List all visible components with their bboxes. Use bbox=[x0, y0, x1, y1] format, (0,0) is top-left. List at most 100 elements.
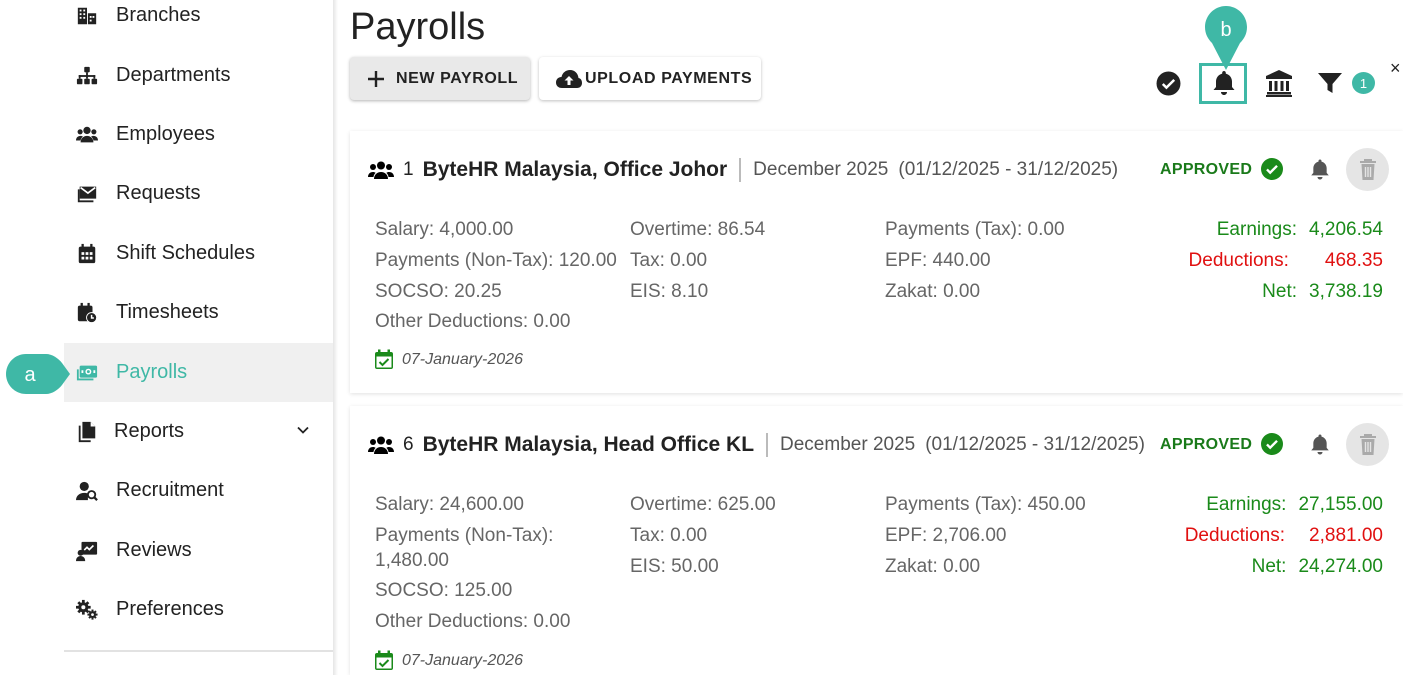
sidebar-item-preferences[interactable]: Preferences bbox=[64, 580, 333, 639]
reviews-icon bbox=[75, 539, 99, 563]
sidebar: Branches Departments Employees Requests … bbox=[64, 0, 333, 675]
sidebar-item-payrolls[interactable]: Payrolls bbox=[64, 343, 333, 402]
calendar-icon bbox=[75, 242, 99, 266]
sidebar-item-employees[interactable]: Employees bbox=[64, 105, 333, 164]
net-label: Net: bbox=[1262, 281, 1298, 302]
upload-payments-label: UPLOAD PAYMENTS bbox=[585, 69, 753, 87]
epf-field: EPF: 2,706.00 bbox=[885, 525, 1007, 546]
net-summary: Net: 3,738.19 bbox=[1262, 281, 1383, 303]
epf-field: EPF: 440.00 bbox=[885, 250, 991, 271]
payroll-date-range: (01/12/2025 - 31/12/2025) bbox=[925, 434, 1145, 455]
overtime-field: Overtime: 86.54 bbox=[630, 219, 766, 240]
earnings-summary: Earnings: 27,155.00 bbox=[1206, 494, 1383, 516]
delete-button[interactable] bbox=[1346, 423, 1389, 466]
sidebar-item-label: Shift Schedules bbox=[116, 242, 255, 264]
sidebar-item-recruitment[interactable]: Recruitment bbox=[64, 461, 333, 520]
earnings-label: Earnings: bbox=[1206, 494, 1287, 515]
net-summary: Net: 24,274.00 bbox=[1252, 556, 1383, 578]
sidebar-item-label: Payrolls bbox=[116, 361, 188, 383]
payroll-card[interactable]: 1 ByteHR Malaysia, Office Johor December… bbox=[350, 131, 1403, 393]
header-separator bbox=[739, 158, 742, 182]
payroll-number: 1 bbox=[403, 159, 414, 180]
payments-non-tax-field: Payments (Non-Tax): bbox=[375, 525, 554, 546]
overtime-field: Overtime: 625.00 bbox=[630, 494, 776, 515]
callout-marker-b: b bbox=[1205, 6, 1247, 70]
bell-icon[interactable] bbox=[1310, 158, 1330, 181]
other-deductions-field: Other Deductions: 0.00 bbox=[375, 611, 571, 632]
filter-button[interactable] bbox=[1316, 70, 1344, 96]
sidebar-item-reports[interactable]: Reports bbox=[64, 402, 333, 461]
reports-icon bbox=[75, 420, 99, 444]
deductions-value: 468.35 bbox=[1324, 250, 1383, 271]
payments-non-tax-value: 1,480.00 bbox=[375, 550, 449, 571]
employees-icon bbox=[75, 123, 99, 147]
sidebar-item-requests[interactable]: Requests bbox=[64, 164, 333, 223]
bank-button[interactable] bbox=[1263, 68, 1295, 98]
tax-field: Tax: 0.00 bbox=[630, 250, 708, 271]
sidebar-item-label: Reports bbox=[114, 420, 185, 442]
sidebar-item-branches[interactable]: Branches bbox=[64, 0, 333, 45]
employees-icon bbox=[368, 436, 394, 454]
approved-check-icon bbox=[1261, 158, 1283, 180]
payroll-card-header: 6 ByteHR Malaysia, Head Office KL Decemb… bbox=[368, 430, 1145, 460]
status-badge: APPROVED bbox=[1160, 436, 1253, 453]
deductions-summary: Deductions: 468.35 bbox=[1189, 250, 1383, 272]
deductions-summary: Deductions: 2,881.00 bbox=[1185, 525, 1383, 547]
employees-icon bbox=[368, 161, 394, 179]
deductions-label: Deductions: bbox=[1184, 525, 1286, 546]
payroll-card[interactable]: 6 ByteHR Malaysia, Head Office KL Decemb… bbox=[350, 406, 1403, 675]
sidebar-item-shift-schedules[interactable]: Shift Schedules bbox=[64, 224, 333, 283]
close-icon[interactable]: × bbox=[1390, 58, 1401, 79]
zakat-field: Zakat: 0.00 bbox=[885, 556, 981, 577]
filter-count-badge: 1 bbox=[1352, 72, 1375, 94]
payroll-icon bbox=[75, 361, 99, 385]
sidebar-item-label: Timesheets bbox=[116, 301, 219, 323]
sidebar-item-timesheets[interactable]: Timesheets bbox=[64, 283, 333, 342]
sidebar-shadow bbox=[333, 0, 338, 675]
deductions-label: Deductions: bbox=[1188, 250, 1289, 271]
deductions-value: 2,881.00 bbox=[1309, 525, 1383, 546]
sidebar-item-label: Reviews bbox=[116, 539, 192, 561]
bell-icon[interactable] bbox=[1310, 433, 1330, 456]
net-value: 3,738.19 bbox=[1309, 281, 1383, 302]
payroll-company[interactable]: ByteHR Malaysia, Head Office KL bbox=[423, 433, 754, 457]
created-date-text: 07-January-2026 bbox=[402, 350, 523, 368]
trash-icon bbox=[1359, 433, 1376, 455]
timesheet-icon bbox=[75, 301, 99, 325]
new-payroll-label: NEW PAYROLL bbox=[396, 69, 519, 87]
header-separator bbox=[766, 433, 769, 457]
chevron-down-icon[interactable] bbox=[295, 422, 311, 438]
other-deductions-field: Other Deductions: 0.00 bbox=[375, 311, 571, 332]
sidebar-item-label: Branches bbox=[116, 4, 201, 26]
delete-button[interactable] bbox=[1346, 148, 1389, 191]
earnings-value: 27,155.00 bbox=[1298, 494, 1383, 515]
earnings-summary: Earnings: 4,206.54 bbox=[1217, 219, 1383, 241]
bell-icon bbox=[1213, 71, 1235, 95]
payroll-number: 6 bbox=[403, 434, 414, 455]
filter-icon bbox=[1318, 73, 1342, 93]
bank-icon bbox=[1266, 70, 1292, 97]
eis-field: EIS: 50.00 bbox=[630, 556, 719, 577]
notifications-button[interactable] bbox=[1210, 69, 1238, 97]
sidebar-item-reviews[interactable]: Reviews bbox=[64, 521, 333, 580]
callout-marker-a: a bbox=[6, 354, 70, 394]
approved-check-icon bbox=[1261, 433, 1283, 455]
upload-payments-button[interactable]: UPLOAD PAYMENTS bbox=[539, 57, 761, 100]
payroll-company[interactable]: ByteHR Malaysia, Office Johor bbox=[423, 158, 728, 182]
net-value: 24,274.00 bbox=[1298, 556, 1383, 577]
sidebar-item-label: Employees bbox=[116, 123, 215, 145]
net-label: Net: bbox=[1251, 556, 1287, 577]
sidebar-item-departments[interactable]: Departments bbox=[64, 46, 333, 105]
payments-tax-field: Payments (Tax): 450.00 bbox=[885, 494, 1086, 515]
eis-field: EIS: 8.10 bbox=[630, 281, 709, 302]
approved-filter-button[interactable] bbox=[1155, 70, 1181, 96]
sidebar-item-label: Departments bbox=[116, 64, 231, 86]
marker-a-label: a bbox=[24, 364, 36, 386]
sidebar-divider bbox=[64, 650, 333, 652]
calendar-check-icon bbox=[375, 349, 393, 369]
payroll-period: December 2025 bbox=[753, 159, 889, 180]
payroll-period: December 2025 bbox=[780, 434, 916, 455]
new-payroll-button[interactable]: NEW PAYROLL bbox=[350, 57, 530, 100]
payroll-date-range: (01/12/2025 - 31/12/2025) bbox=[898, 159, 1119, 180]
tax-field: Tax: 0.00 bbox=[630, 525, 708, 546]
